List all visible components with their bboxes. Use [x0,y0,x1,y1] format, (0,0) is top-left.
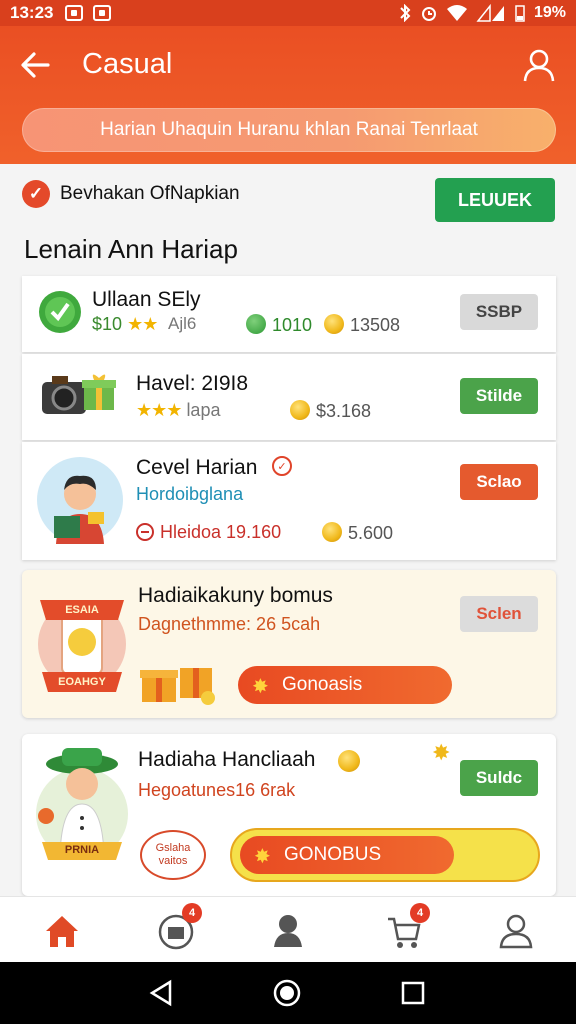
badge: 4 [410,903,430,923]
battery-icon [515,5,525,22]
card-timer: Hleidoa 19.160 [136,522,281,543]
sparkle-icon: ✸ [432,740,451,765]
coin-icon [290,400,310,420]
reward-card[interactable]: Ullaan SEly $10 ★★ Ajl6 1010 13508 SSBP [22,276,556,352]
nav-cart[interactable]: 4 [384,903,430,951]
reward-card[interactable]: Cevel Harian ✓ Hordoibglana Hleidoa 19.1… [22,442,556,560]
top-action-button[interactable]: LEUUEK [435,178,555,222]
bubble-text: Gslaha vaitos [155,841,191,867]
ribbon-label: PRNIA [64,844,100,856]
coin-icon [322,522,342,542]
avatar-icon[interactable] [268,911,308,951]
bottom-nav: 4 4 [0,896,576,962]
card-subtitle: Hordoibglana [136,484,244,504]
app-bar: Casual Harian Uhaquin Huranu khlan Ranai… [0,26,576,164]
promo-banner[interactable]: Harian Uhaquin Huranu khlan Ranai Tenrla… [22,108,556,152]
alarm-icon [421,7,436,21]
nav-store[interactable]: 4 [156,903,202,951]
recents-square-icon[interactable] [398,978,428,1008]
coin-icon [324,314,344,334]
avatar-boy-icon [37,457,123,544]
badge-top-label: ESAIA [65,604,99,616]
gem-icon [246,314,266,334]
card-subtitle: Dagnethmme: 26 5cah [138,614,321,634]
card-title: Hadiaikakuny bomus [138,584,333,607]
bluetooth-icon [400,4,411,22]
coin-value: 13508 [324,314,400,336]
section-title: Lenain Ann Hariap [24,234,238,264]
profile-icon[interactable] [496,911,536,951]
star-rating-icon: ★★ [127,314,158,334]
card-sub: lapa [186,400,221,420]
bonus-label: Gonoasis [282,674,363,695]
card-button[interactable]: SSBP [460,294,538,330]
card-sub: Ajl6 [168,314,197,333]
bonus-button[interactable]: ✸ GONOBUS [240,836,454,874]
star-burst-icon: ✸ [252,676,269,698]
bonus-card[interactable]: ESAIA EOAHGY Hadiaikakuny bomus Dagnethm… [22,570,556,718]
home-icon[interactable] [42,911,82,951]
check-label: Bevhakan OfNapkian [60,183,240,204]
bonus-label: GONOBUS [284,844,382,865]
bonus-button-frame[interactable]: ✸ GONOBUS [230,828,540,882]
card-price: $10 ★★ [92,314,158,335]
card-title: Ullaan SEly [92,288,201,311]
check-row: ✓ Bevhakan OfNapkian [22,180,240,208]
reward-card[interactable]: Havel: 2I9I8 ★★★ lapa $3.168 Stilde [22,354,556,440]
card-button[interactable]: Suldc [460,760,538,796]
speech-bubble: Gslaha vaitos [140,830,206,880]
heart-check-icon: ✓ [272,456,292,476]
check-icon: ✓ [22,180,50,208]
card-button[interactable]: Sclao [460,464,538,500]
minus-icon [136,523,154,541]
coin-value: $3.168 [290,400,371,422]
coin-text: 5.600 [348,523,394,543]
badge: 4 [182,903,202,923]
back-triangle-icon[interactable] [146,978,176,1008]
coin-text: $3.168 [316,401,372,421]
star-rating-icon: ★★★ [136,400,182,420]
status-time: 13:23 [10,3,54,22]
home-circle-icon[interactable] [272,978,302,1008]
camera-gift-icon [42,374,116,414]
badge-bottom-label: EOAHGY [58,676,106,688]
price-text: $10 [92,314,123,334]
page-title: Casual [82,48,173,80]
timer-text: Hleidoa 19.160 [160,522,282,542]
notification-icon [65,5,84,21]
card-button[interactable]: Stilde [460,378,538,414]
main-content: ✓ Bevhakan OfNapkian LEUUEK Lenain Ann H… [0,164,576,896]
status-icons: 19% [398,4,566,22]
card-title: Cevel Harian [136,456,258,479]
coin-text: 13508 [350,315,401,335]
coin-value: 5.600 [322,522,393,544]
system-nav-bar [0,962,576,1024]
card-title: Havel: 2I9I8 [136,372,249,395]
card-rating: ★★★ lapa [136,400,220,421]
back-arrow-icon[interactable] [18,48,52,82]
notification-icon [93,5,112,21]
status-bar: 13:23 19% [0,0,576,26]
star-burst-icon: ✸ [254,846,271,868]
refresh-icon [39,291,81,333]
battery-percent: 19% [533,4,566,21]
bonus-button[interactable]: ✸ Gonoasis [238,666,452,704]
gem-text: 1010 [272,315,313,335]
gem-value: 1010 [246,314,312,336]
user-icon[interactable] [522,48,556,82]
card-button[interactable]: Sclen [460,596,538,632]
card-title: Hadiaha Hancliaah [138,748,316,771]
signal-icon [476,4,504,22]
coin-icon [338,750,360,772]
gift-boxes-icon [140,668,215,705]
bonus-card[interactable]: PRNIA Hadiaha Hancliaah ✸ Hegoatunes16 6… [22,734,556,896]
wifi-icon [446,5,467,21]
card-subtitle: Hegoatunes16 6rak [138,780,296,800]
